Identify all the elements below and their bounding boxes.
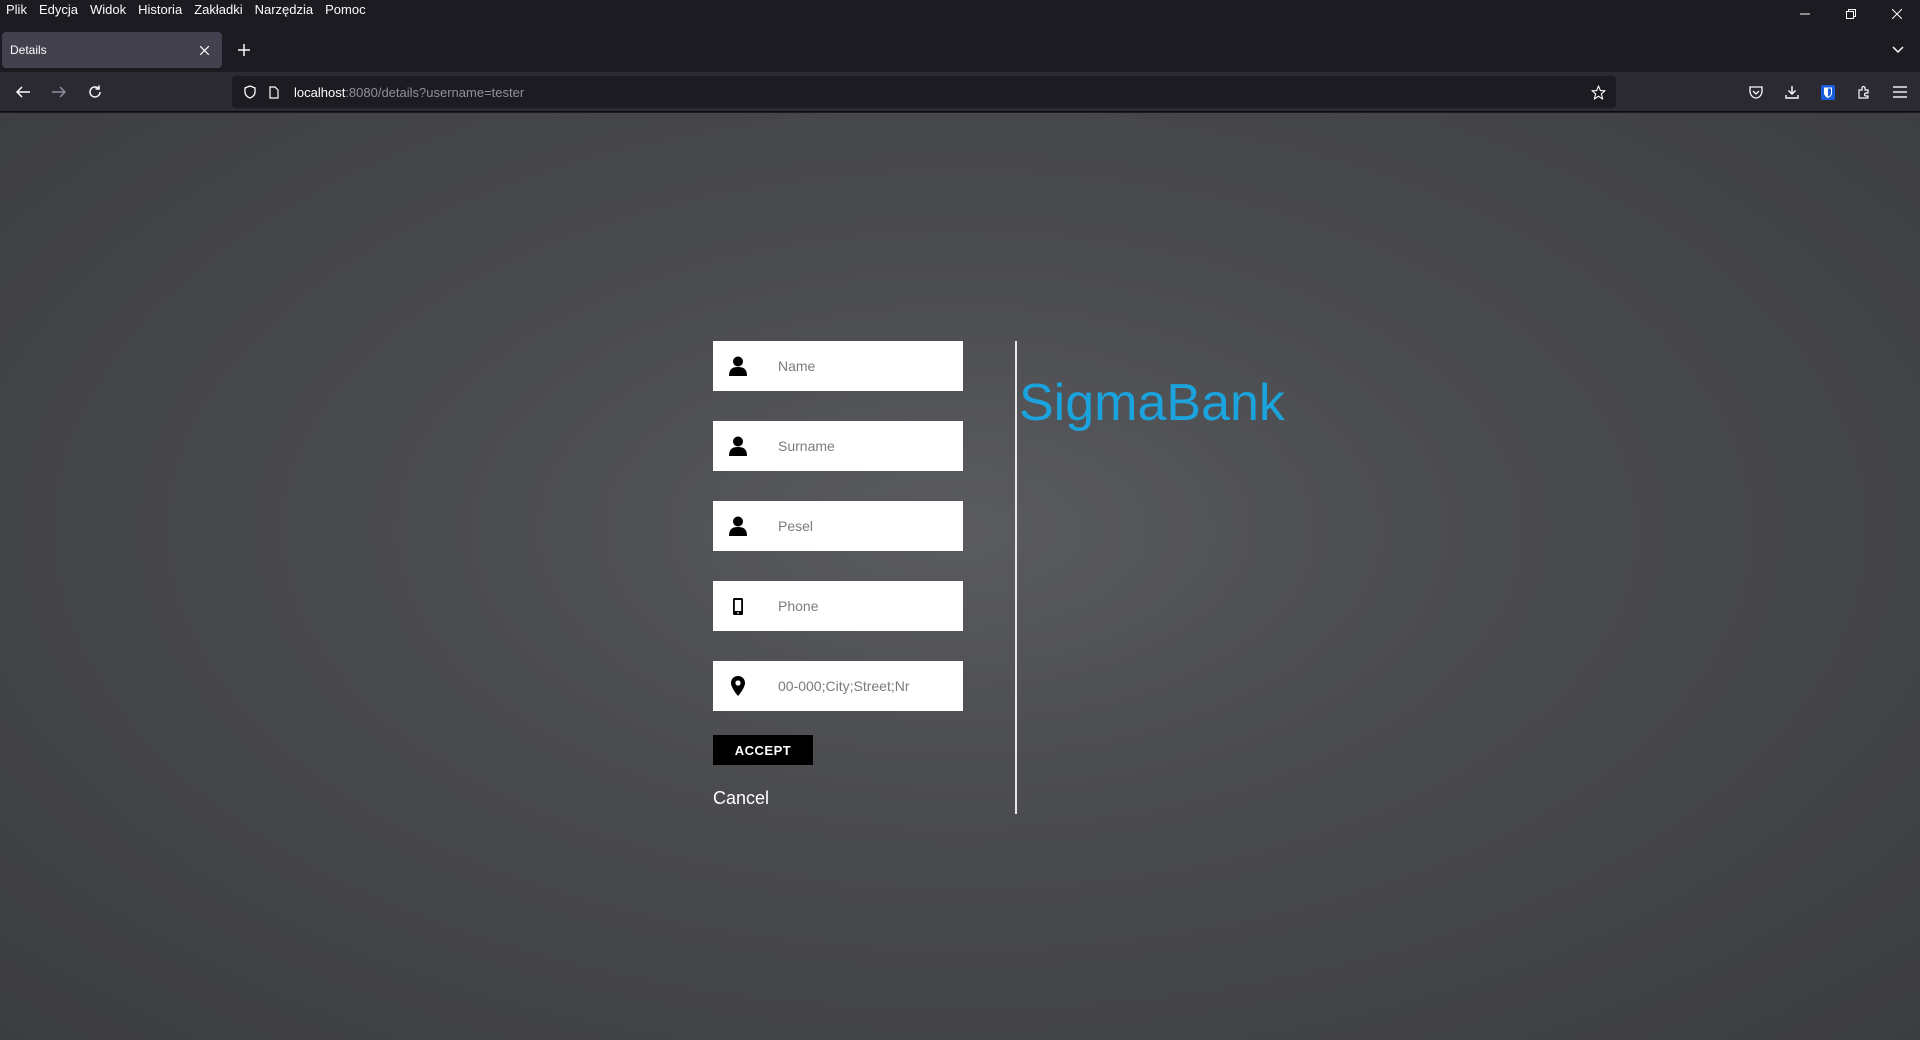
surname-field xyxy=(713,421,963,471)
arrow-right-icon xyxy=(52,86,66,98)
pesel-field xyxy=(713,501,963,551)
menu-widok[interactable]: Widok xyxy=(84,0,132,20)
extensions-button[interactable] xyxy=(1850,78,1878,106)
downloads-button[interactable] xyxy=(1778,78,1806,106)
pesel-input[interactable] xyxy=(778,501,958,551)
bitwarden-extension-button[interactable] xyxy=(1814,78,1842,106)
menu-historia[interactable]: Historia xyxy=(132,0,188,20)
accept-button[interactable]: ACCEPT xyxy=(713,735,813,765)
menu-plik[interactable]: Plik xyxy=(0,0,33,20)
details-form: ACCEPT Cancel xyxy=(713,341,963,809)
tab-strip: Details xyxy=(0,28,1920,72)
minimize-icon xyxy=(1800,13,1810,15)
puzzle-icon xyxy=(1858,85,1869,99)
user-icon xyxy=(713,341,763,391)
plus-icon xyxy=(238,44,250,56)
close-icon xyxy=(199,45,209,55)
hamburger-menu-icon xyxy=(1893,86,1907,98)
url-bar[interactable]: localhost:8080/details?username=tester xyxy=(232,76,1616,108)
app-menu-button[interactable] xyxy=(1886,78,1914,106)
name-input[interactable] xyxy=(778,341,958,391)
new-tab-button[interactable] xyxy=(232,38,256,62)
tab-close-button[interactable] xyxy=(194,40,214,60)
menu-zakladki[interactable]: Zakładki xyxy=(188,0,248,20)
menu-narzedzia[interactable]: Narzędzia xyxy=(249,0,320,20)
url-path: :8080/details?username=tester xyxy=(345,84,525,100)
phone-field xyxy=(713,581,963,631)
close-icon xyxy=(1892,9,1902,19)
arrow-left-icon xyxy=(16,86,30,98)
close-window-button[interactable] xyxy=(1874,0,1920,28)
address-input[interactable] xyxy=(778,661,958,711)
restore-icon xyxy=(1846,9,1856,19)
brand-logo-text: SigmaBank xyxy=(1019,374,1285,432)
tab-title: Details xyxy=(10,43,47,57)
url-host: localhost xyxy=(294,84,346,100)
chevron-down-icon xyxy=(1892,46,1904,54)
user-icon xyxy=(713,501,763,551)
reload-button[interactable] xyxy=(81,78,109,106)
name-field xyxy=(713,341,963,391)
map-pin-icon xyxy=(713,661,763,711)
bitwarden-icon xyxy=(1821,84,1835,100)
mobile-phone-icon xyxy=(713,581,763,631)
cancel-link[interactable]: Cancel xyxy=(713,788,963,809)
shield-icon[interactable] xyxy=(238,80,262,104)
toolbar-right xyxy=(1742,78,1914,106)
user-icon xyxy=(713,421,763,471)
back-button[interactable] xyxy=(9,78,37,106)
url-text: localhost:8080/details?username=tester xyxy=(294,85,524,100)
menu-bar: Plik Edycja Widok Historia Zakładki Narz… xyxy=(0,0,1920,20)
download-icon xyxy=(1785,86,1799,99)
pocket-icon xyxy=(1749,85,1763,99)
bookmark-star-button[interactable] xyxy=(1586,80,1610,104)
tab-details[interactable]: Details xyxy=(2,32,222,68)
menu-edycja[interactable]: Edycja xyxy=(33,0,84,20)
navigation-bar: localhost:8080/details?username=tester xyxy=(0,72,1920,112)
vertical-divider xyxy=(1015,341,1017,814)
page-icon[interactable] xyxy=(262,80,286,104)
list-all-tabs-button[interactable] xyxy=(1886,38,1910,62)
address-field xyxy=(713,661,963,711)
surname-input[interactable] xyxy=(778,421,958,471)
minimize-button[interactable] xyxy=(1782,0,1828,28)
star-icon xyxy=(1590,84,1606,100)
window-controls xyxy=(1782,0,1920,28)
reload-icon xyxy=(89,85,101,98)
forward-button[interactable] xyxy=(45,78,73,106)
restore-button[interactable] xyxy=(1828,0,1874,28)
menu-pomoc[interactable]: Pomoc xyxy=(319,0,371,20)
page-viewport: ACCEPT Cancel SigmaBank xyxy=(0,113,1920,1040)
phone-input[interactable] xyxy=(778,581,958,631)
pocket-button[interactable] xyxy=(1742,78,1770,106)
